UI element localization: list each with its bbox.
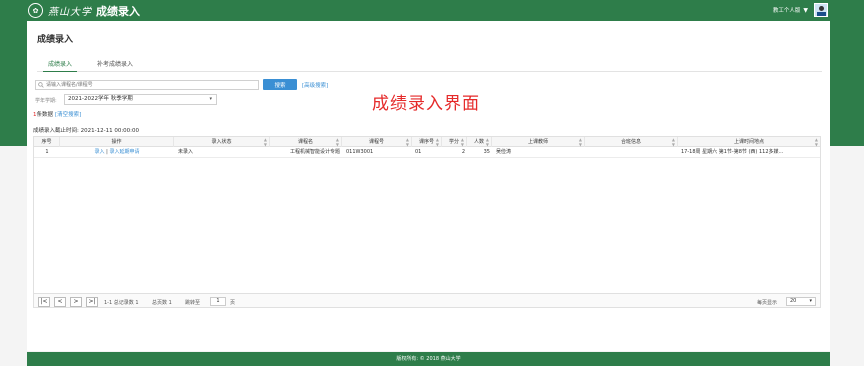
annotation-label: 成绩录入界面 (372, 94, 480, 114)
app-title: 成绩录入 (96, 4, 140, 18)
chevron-down-icon: ▾ (209, 96, 212, 102)
tab-makeup-grade-entry[interactable]: 补考成绩录入 (92, 60, 138, 72)
column-header[interactable]: 学分 ▲ ▼ (442, 137, 467, 147)
page-size-value: 20 (790, 298, 797, 304)
column-header[interactable]: 课序号 ▲ ▼ (412, 137, 442, 147)
university-name: 燕山大学 (48, 7, 92, 18)
top-bar: ✿ 燕山大学 成绩录入 教工个人版 ▼ (0, 0, 864, 21)
search-button[interactable]: 搜索 (263, 79, 297, 90)
extension-request-link[interactable]: 录入延期申请 (109, 149, 139, 155)
sort-icon: ▲ ▼ (460, 137, 464, 147)
sort-icon: ▲ ▼ (335, 137, 339, 147)
enter-grades-link[interactable]: 录入 (95, 149, 105, 155)
sort-icon: ▲ ▼ (671, 137, 675, 147)
cell-course-name: 工程机械智能设计专题 (289, 149, 340, 155)
per-page-label: 每页显示 (757, 300, 778, 306)
record-range: 1-1 总记录数 1 (104, 300, 139, 306)
user-menu[interactable]: 教工个人版 ▼ (773, 3, 828, 17)
cell-merged-class (588, 147, 678, 158)
table-row: 1 录入 | 录入延期申请 未录入 工程机械智能设计专题 011W3001 01… (34, 147, 820, 158)
page-number-input[interactable]: 1 (210, 297, 226, 306)
deadline-line: 成绩录入截止时间: 2021-12-11 00:00:00 (33, 126, 139, 134)
caret-down-icon[interactable]: ▼ (803, 7, 808, 14)
pagination: |< < > >| 1-1 总记录数 1 总页数 1 跳转至 1 页 每页显示 … (34, 293, 820, 307)
column-header[interactable]: 人数 ▲ ▼ (467, 137, 492, 147)
sort-icon: ▲ ▼ (263, 137, 267, 147)
total-pages: 总页数 1 (152, 300, 172, 306)
cell-index: 1 (45, 149, 49, 155)
sort-icon: ▲ ▼ (485, 137, 489, 147)
cell-section: 01 (415, 149, 422, 155)
page-title: 成绩录入 (37, 35, 74, 45)
column-header[interactable]: 上课时间地点 ▲ ▼ (678, 137, 820, 147)
page-size-select[interactable]: 20 ▾ (786, 297, 816, 306)
record-count-suffix: 条数据 (36, 112, 54, 118)
sort-icon: ▲ ▼ (405, 137, 409, 147)
chevron-down-icon: ▾ (809, 298, 812, 304)
cell-status: 未录入 (178, 149, 194, 155)
cell-teacher: 吴俭涛 (496, 149, 512, 155)
column-header[interactable]: 合班信息 ▲ ▼ (585, 137, 678, 147)
clear-search-link[interactable]: [清空搜索] (55, 112, 81, 118)
last-page-button[interactable]: >| (86, 297, 98, 307)
column-header[interactable]: 操作 (60, 137, 174, 147)
advanced-search-link[interactable]: [高级搜索] (302, 81, 328, 89)
sort-icon: ▲ ▼ (435, 137, 439, 147)
search-field[interactable] (35, 80, 259, 90)
goto-label: 跳转至 (185, 300, 201, 306)
cell-credits: 2 (461, 149, 465, 155)
table-header: 序号 操作 录入状态 ▲ ▼ 课程名 ▲ ▼ 课程号 ▲ ▼ 课序号 ▲ ▼ 学分 ▲ ▼ 人数 ▲ ▼… (34, 137, 820, 147)
cell-students: 35 (483, 149, 490, 155)
term-label: 学年学期: (35, 98, 57, 104)
term-select-value: 2021-2022学年 秋季学期 (68, 96, 133, 102)
cell-time-place: 17-18周 星期六 第1节-第8节 (西) 112多媒... (681, 149, 784, 155)
column-header[interactable]: 课程名 ▲ ▼ (270, 137, 342, 147)
column-header[interactable]: 序号 (34, 137, 60, 147)
user-label[interactable]: 教工个人版 (773, 6, 801, 14)
sort-icon: ▲ ▼ (814, 137, 818, 147)
tab-bar: 成绩录入 补考成绩录入 (37, 59, 822, 72)
grade-table: 序号 操作 录入状态 ▲ ▼ 课程名 ▲ ▼ 课程号 ▲ ▼ 课序号 ▲ ▼ 学分 ▲ ▼ 人数 ▲ ▼… (33, 136, 821, 308)
deadline-value: 2021-12-11 00:00:00 (80, 128, 140, 134)
cell-course-no: 011W3001 (346, 149, 374, 155)
prev-page-button[interactable]: < (54, 297, 66, 307)
search-input[interactable] (36, 81, 236, 89)
record-count: 1条数据 [清空搜索] (33, 110, 81, 118)
cell-actions: 录入 | 录入延期申请 (60, 147, 174, 158)
footer: 版权所有: © 2018 燕山大学 (27, 352, 830, 366)
term-select[interactable]: 2021-2022学年 秋季学期 ▾ (64, 94, 217, 105)
deadline-label: 成绩录入截止时间: (33, 128, 79, 134)
sort-icon: ▲ ▼ (578, 137, 582, 147)
main-panel: 成绩录入 成绩录入 补考成绩录入 搜索 [高级搜索] 学年学期: 2021-20… (27, 21, 830, 351)
next-page-button[interactable]: > (70, 297, 82, 307)
page-unit: 页 (230, 300, 236, 306)
tab-grade-entry[interactable]: 成绩录入 (43, 60, 78, 72)
first-page-button[interactable]: |< (38, 297, 50, 307)
column-header[interactable]: 上课教师 ▲ ▼ (492, 137, 585, 147)
column-header[interactable]: 录入状态 ▲ ▼ (174, 137, 270, 147)
search-icon (38, 82, 44, 88)
avatar[interactable] (814, 3, 828, 17)
university-logo-icon: ✿ (28, 3, 43, 18)
column-header[interactable]: 课程号 ▲ ▼ (342, 137, 412, 147)
